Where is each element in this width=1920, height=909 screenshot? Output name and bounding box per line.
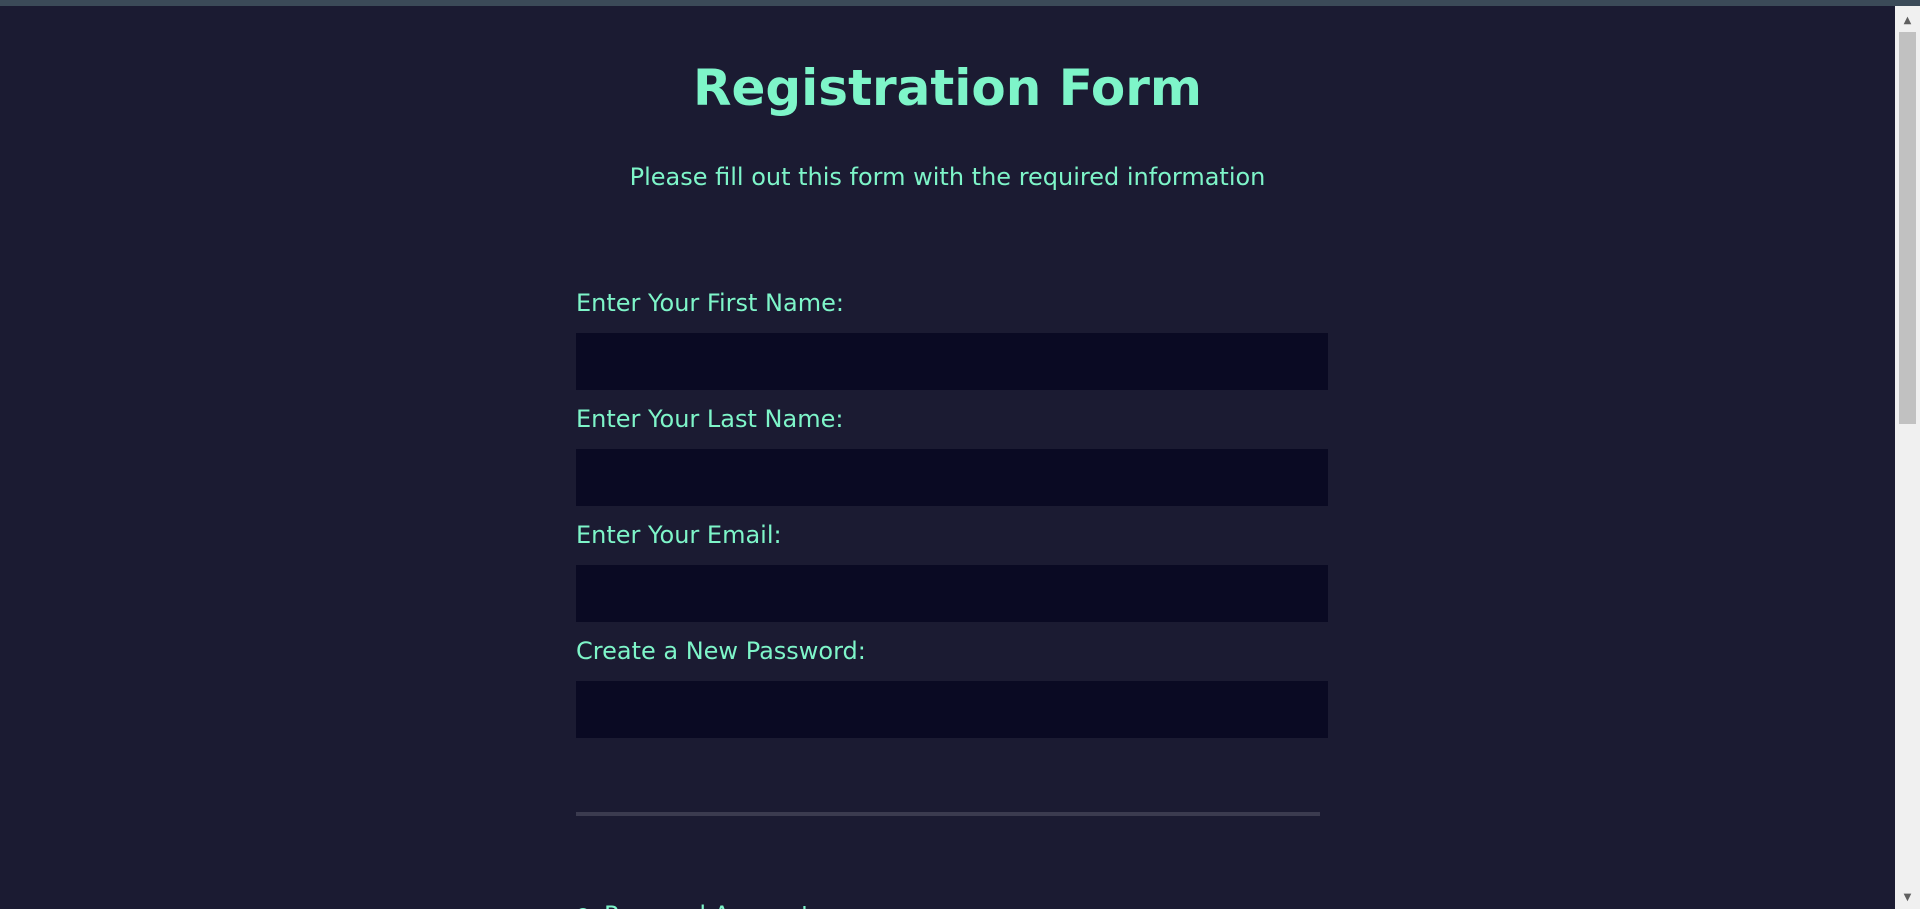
section-divider <box>576 812 1320 816</box>
personal-account-label: Personal Account <box>604 900 811 909</box>
last-name-label: Enter Your Last Name: <box>576 405 844 433</box>
registration-page: Registration Form Please fill out this f… <box>0 6 1895 909</box>
vertical-scrollbar[interactable]: ▲ ▼ <box>1895 6 1920 909</box>
page-title: Registration Form <box>692 59 1203 117</box>
scrollbar-thumb[interactable] <box>1899 32 1916 424</box>
email-input[interactable] <box>576 565 1328 622</box>
last-name-input[interactable] <box>576 449 1328 506</box>
personal-account-option[interactable]: Personal Account <box>576 900 811 909</box>
email-label: Enter Your Email: <box>576 521 782 549</box>
arrow-up-icon[interactable]: ▲ <box>1895 10 1920 30</box>
password-input[interactable] <box>576 681 1328 738</box>
first-name-label: Enter Your First Name: <box>576 289 844 317</box>
arrow-down-icon[interactable]: ▼ <box>1895 887 1920 907</box>
page-subtitle: Please fill out this form with the requi… <box>629 163 1266 191</box>
first-name-input[interactable] <box>576 333 1328 390</box>
password-label: Create a New Password: <box>576 637 866 665</box>
